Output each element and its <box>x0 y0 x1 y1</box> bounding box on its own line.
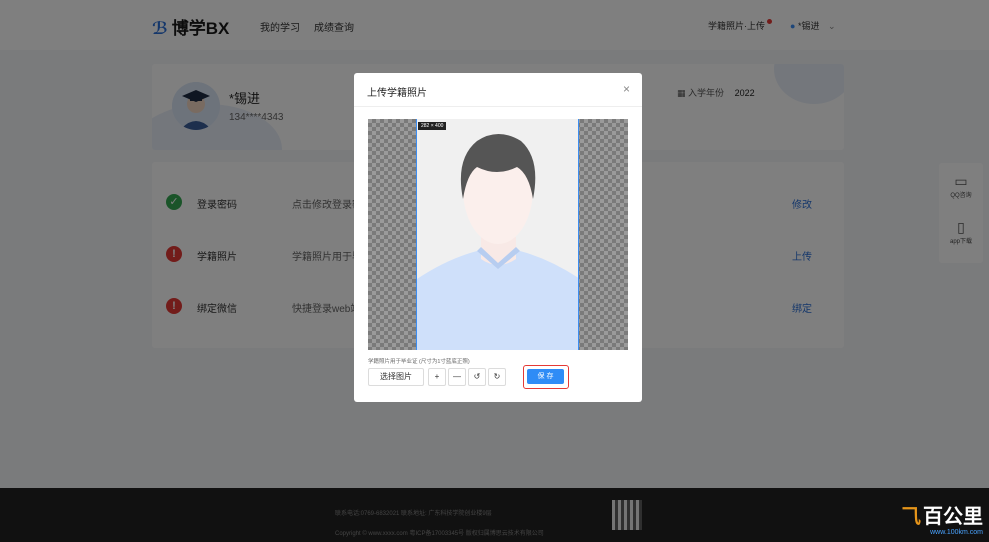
watermark-brand: 百公里 <box>923 506 983 528</box>
person-silhouette-icon <box>417 119 578 350</box>
divider <box>354 106 642 107</box>
save-highlight-box: 保 存 <box>523 365 569 389</box>
watermark-logo-icon: ⺄ <box>901 506 921 528</box>
zoom-in-button[interactable]: + <box>428 368 446 386</box>
modal-title: 上传学籍照片 <box>367 88 427 99</box>
upload-hint: 学籍照片用于毕业证 (尺寸为1寸蓝底正照) <box>368 359 470 365</box>
upload-photo-modal: 上传学籍照片 × 282 × 400 学籍照片用于毕业证 (尺寸为1寸蓝底正照)… <box>354 73 642 402</box>
watermark-url: www.100km.com <box>930 529 983 536</box>
rotate-left-button[interactable]: ↺ <box>468 368 486 386</box>
crop-area[interactable]: 282 × 400 <box>368 119 628 350</box>
zoom-out-button[interactable]: — <box>448 368 466 386</box>
save-button[interactable]: 保 存 <box>527 369 564 384</box>
photo-preview[interactable] <box>416 119 579 350</box>
close-icon[interactable]: × <box>623 82 630 96</box>
dimension-badge: 282 × 400 <box>418 122 447 130</box>
rotate-right-button[interactable]: ↻ <box>488 368 506 386</box>
choose-image-button[interactable]: 选择图片 <box>368 368 424 386</box>
watermark: ⺄百公里 www.100km.com <box>901 500 983 536</box>
